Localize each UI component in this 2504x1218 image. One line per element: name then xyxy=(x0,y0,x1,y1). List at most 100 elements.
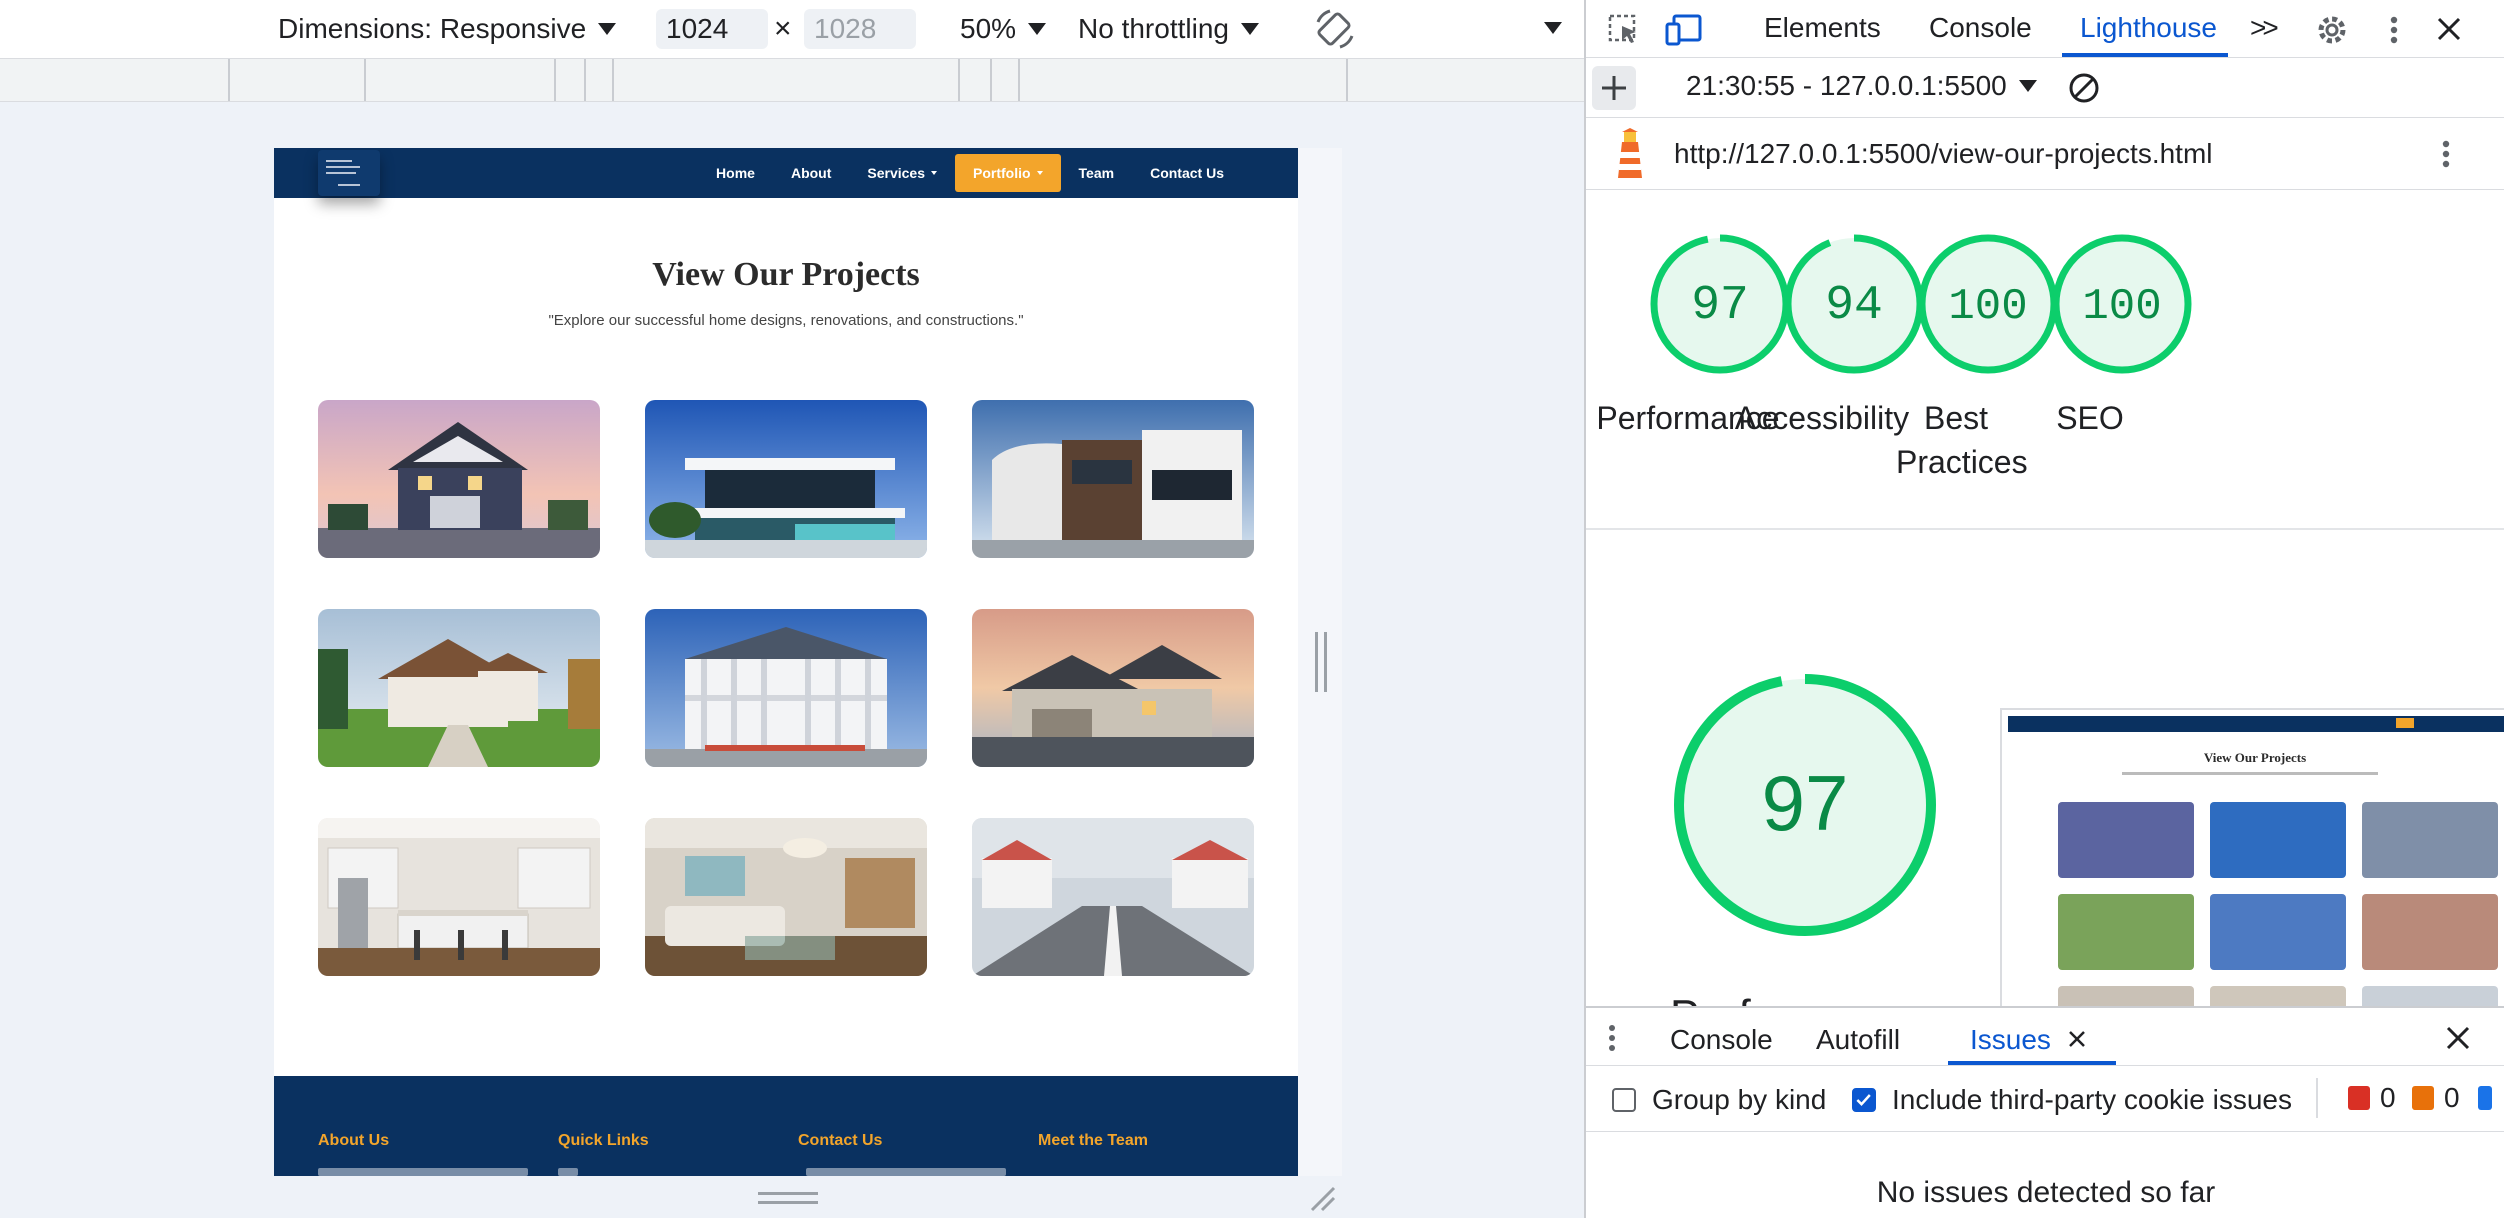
device-options-icon[interactable] xyxy=(1544,22,1562,34)
ruler-mark xyxy=(584,59,586,101)
active-tab-indicator xyxy=(2062,53,2228,57)
new-report-button[interactable] xyxy=(1592,66,1636,110)
gear-icon[interactable] xyxy=(2314,12,2350,48)
times-sign: × xyxy=(774,12,792,45)
width-input[interactable]: 1024 xyxy=(656,9,768,49)
big-score-value: 97 xyxy=(1762,759,1849,847)
caret-down-icon xyxy=(931,171,937,175)
project-photo-street[interactable] xyxy=(972,818,1254,976)
thumb-active-nav xyxy=(2396,718,2414,728)
nav-link-label: Home xyxy=(716,165,755,181)
issues-options: Group by kind Include third-party cookie… xyxy=(1586,1066,2504,1132)
project-photo-kitchen[interactable] xyxy=(318,818,600,976)
lighthouse-logo-icon xyxy=(1618,128,1642,178)
site-navbar: Home About Services Portfolio Team Contact Us xyxy=(274,148,1298,198)
error-badge-icon xyxy=(2348,1086,2370,1110)
warning-badge-icon xyxy=(2412,1086,2434,1110)
zoom-dropdown[interactable]: 50% xyxy=(960,10,1047,48)
performance-big-gauge: 97 xyxy=(1674,674,1936,936)
device-mode-area: Dimensions: Responsive 1024 × 1028 50% N… xyxy=(0,0,1584,1218)
footer-text-fragment xyxy=(318,1168,528,1176)
emulated-viewport: Home About Services Portfolio Team Contact Us… xyxy=(274,148,1298,1176)
project-photo-country-house[interactable] xyxy=(318,609,600,767)
nav-link-contact-us[interactable]: Contact Us xyxy=(1132,154,1242,192)
score-gauge-seo[interactable]: 100 xyxy=(2050,232,2194,376)
site-nav-links: Home About Services Portfolio Team Contact Us xyxy=(698,148,1242,198)
clear-icon[interactable] xyxy=(2066,70,2102,106)
final-screenshot-thumbnail[interactable]: View Our Projects xyxy=(2000,708,2504,1010)
score-value: 97 xyxy=(1691,279,1749,333)
dimensions-dropdown[interactable]: Dimensions: Responsive xyxy=(278,10,617,48)
group-by-kind-label: Group by kind xyxy=(1652,1084,1827,1115)
score-gauge-accessibility[interactable]: 94 xyxy=(1782,232,1926,376)
project-photo-colonial[interactable] xyxy=(645,609,927,767)
footer-heading-team: Meet the Team xyxy=(1038,1132,1148,1149)
nav-link-label: Contact Us xyxy=(1150,165,1224,181)
close-icon[interactable] xyxy=(2434,14,2464,44)
thumb-photo xyxy=(2362,802,2498,878)
kebab-menu-icon[interactable] xyxy=(2384,12,2404,48)
zoom-label: 50% xyxy=(960,13,1017,44)
error-count: 0 xyxy=(2380,1082,2396,1113)
ruler-mark xyxy=(1346,59,1348,101)
drawer-tab-autofill[interactable]: Autofill xyxy=(1816,1024,1900,1056)
score-value: 100 xyxy=(2082,282,2161,332)
lighthouse-toolbar: 21:30:55 - 127.0.0.1:5500 xyxy=(1586,58,2504,118)
drawer-tabbar: Console Autofill Issues xyxy=(1586,1008,2504,1066)
throttling-dropdown[interactable]: No throttling xyxy=(1078,10,1259,48)
kebab-menu-icon[interactable] xyxy=(2436,136,2456,172)
report-selector[interactable]: 21:30:55 - 127.0.0.1:5500 xyxy=(1686,70,2037,102)
score-gauge-best-practices[interactable]: 100 xyxy=(1916,232,2060,376)
close-drawer-icon[interactable] xyxy=(2444,1024,2472,1052)
device-toolbar-icon[interactable] xyxy=(1664,12,1704,48)
dimensions-label: Dimensions: Responsive xyxy=(278,13,587,44)
drawer-tab-console[interactable]: Console xyxy=(1670,1024,1773,1056)
thumb-photo xyxy=(2362,894,2498,970)
viewport-width-handle[interactable] xyxy=(1315,632,1327,692)
nav-link-portfolio[interactable]: Portfolio xyxy=(955,154,1061,192)
nav-link-services[interactable]: Services xyxy=(849,154,955,192)
resize-corner-icon[interactable] xyxy=(1306,1182,1336,1212)
lighthouse-url-bar: http://127.0.0.1:5500/view-our-projects.… xyxy=(1586,118,2504,190)
nav-link-team[interactable]: Team xyxy=(1061,154,1133,192)
project-photo-contemporary[interactable] xyxy=(972,400,1254,558)
score-gauge-performance[interactable]: 97 xyxy=(1648,232,1792,376)
ruler-mark xyxy=(1018,59,1020,101)
page-subtitle: "Explore our successful home designs, re… xyxy=(548,312,1024,329)
project-photo-suburban[interactable] xyxy=(972,609,1254,767)
tab-elements[interactable]: Elements xyxy=(1764,12,1881,44)
chevron-down-icon xyxy=(1028,23,1047,35)
device-toolbar: Dimensions: Responsive 1024 × 1028 50% N… xyxy=(0,0,1584,58)
page-title: View Our Projects xyxy=(652,256,920,293)
close-tab-icon[interactable] xyxy=(2066,1028,2088,1050)
nav-link-label: About xyxy=(790,165,832,181)
rotate-icon[interactable] xyxy=(1312,6,1358,52)
chevron-down-icon xyxy=(598,23,617,35)
drawer-tab-issues[interactable]: Issues xyxy=(1970,1024,2051,1056)
nav-link-home[interactable]: Home xyxy=(698,154,773,192)
viewport-height-handle[interactable] xyxy=(758,1192,818,1204)
checkmark-icon xyxy=(1856,1094,1871,1106)
media-query-bar[interactable] xyxy=(0,58,1584,102)
tab-lighthouse[interactable]: Lighthouse xyxy=(2080,12,2217,44)
warning-count: 0 xyxy=(2444,1082,2460,1113)
score-value: 94 xyxy=(1825,279,1883,333)
project-photo-house-blue[interactable] xyxy=(318,400,600,558)
thumb-title: View Our Projects xyxy=(2203,750,2307,765)
include-third-party-checkbox[interactable] xyxy=(1852,1088,1876,1112)
tab-console[interactable]: Console xyxy=(1929,12,2032,44)
nav-link-about[interactable]: About xyxy=(773,154,849,192)
drawer-menu-icon[interactable] xyxy=(1602,1020,1622,1056)
inspect-element-icon[interactable] xyxy=(1606,12,1642,48)
site-logo[interactable] xyxy=(318,150,380,196)
more-tabs-icon[interactable]: >> xyxy=(2250,12,2279,44)
browser-window: Dimensions: Responsive 1024 × 1028 50% N… xyxy=(0,0,2504,1218)
no-issues-message: No issues detected so far xyxy=(1876,1176,2216,1209)
ruler-mark xyxy=(990,59,992,101)
height-input[interactable]: 1028 xyxy=(804,9,916,49)
chevron-down-icon xyxy=(2018,80,2037,92)
group-by-kind-checkbox[interactable] xyxy=(1612,1088,1636,1112)
project-photo-living-room[interactable] xyxy=(645,818,927,976)
project-photo-modern-villa[interactable] xyxy=(645,400,927,558)
active-drawer-tab-indicator xyxy=(1948,1061,2116,1065)
